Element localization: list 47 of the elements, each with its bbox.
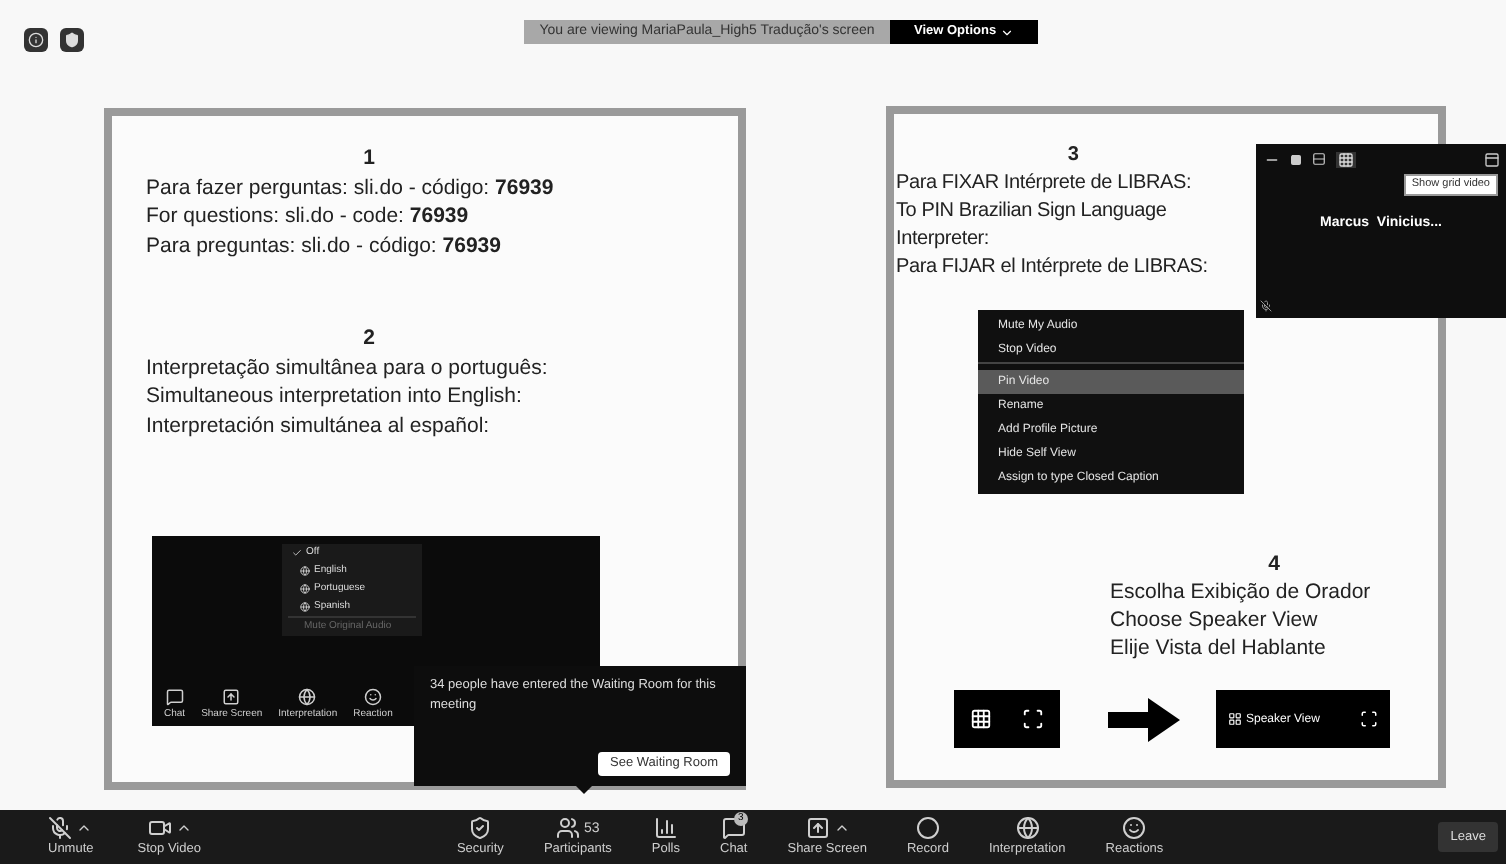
caret-icon bbox=[1000, 25, 1015, 39]
slide-text-line: Escolha Exibição de Orador bbox=[1110, 578, 1373, 606]
check-icon bbox=[292, 548, 302, 558]
bar-chart-icon bbox=[653, 816, 678, 841]
slide-text-line: Interpretación simultánea al español: bbox=[146, 411, 492, 440]
chat-bubble-icon bbox=[165, 688, 184, 706]
right-arrow-icon bbox=[1108, 697, 1180, 741]
share-screen-icon bbox=[222, 688, 241, 706]
smiley-icon bbox=[1122, 816, 1147, 841]
slide-text-line: Simultaneous interpretation into English: bbox=[146, 382, 524, 411]
slide-text-line: Interpretação simultânea para o português: bbox=[146, 353, 550, 382]
globe-icon bbox=[300, 584, 310, 594]
globe-icon bbox=[300, 602, 310, 612]
exit-window-icon[interactable] bbox=[1484, 151, 1500, 167]
video-camera-icon bbox=[147, 816, 172, 841]
fullscreen-icon[interactable] bbox=[1360, 710, 1378, 728]
section-number: 3 bbox=[1065, 142, 1081, 170]
section-number: 1 bbox=[361, 144, 377, 173]
people-icon bbox=[556, 816, 581, 841]
section-number: 4 bbox=[1266, 550, 1282, 578]
slide-text-line: Choose Speaker View bbox=[1110, 606, 1320, 634]
shield-icon[interactable] bbox=[60, 28, 84, 52]
grid-view-icon[interactable] bbox=[1336, 151, 1356, 167]
slide-text-line: For questions: sli.do - code: 76939 bbox=[146, 202, 471, 231]
speaker-view-icon bbox=[1228, 712, 1242, 726]
section-number: 2 bbox=[361, 324, 377, 353]
record-icon bbox=[915, 816, 940, 841]
grid-icon[interactable] bbox=[969, 708, 992, 730]
list-view-icon[interactable] bbox=[1312, 152, 1326, 166]
slide-text-line: Elije Vista del Hablante bbox=[1110, 634, 1328, 662]
smiley-icon bbox=[363, 688, 382, 706]
fullscreen-icon[interactable] bbox=[1022, 708, 1045, 730]
mic-off-icon bbox=[48, 816, 73, 841]
globe-icon bbox=[300, 566, 310, 576]
globe-icon bbox=[1015, 816, 1040, 841]
security-icon bbox=[468, 816, 493, 841]
share-screen-icon bbox=[805, 816, 830, 841]
mic-off-icon bbox=[1260, 300, 1272, 312]
slide-text-line: Para FIJAR el Intérprete de LIBRAS: bbox=[896, 254, 1210, 282]
slide-text-line: Para preguntas: sli.do - código: 76939 bbox=[146, 231, 503, 260]
chat-bubble-icon bbox=[721, 816, 746, 841]
slide-text-line: Para FIXAR Intérprete de LIBRAS: bbox=[896, 170, 1194, 198]
globe-icon bbox=[298, 688, 317, 706]
thumbnail-icon[interactable] bbox=[1290, 153, 1302, 165]
slide-text-line: To PIN Brazilian Sign Language Interpreter: bbox=[896, 198, 1169, 254]
slide-text-line: Para fazer perguntas: sli.do - código: 76939 bbox=[146, 173, 556, 202]
info-icon[interactable] bbox=[24, 28, 48, 52]
